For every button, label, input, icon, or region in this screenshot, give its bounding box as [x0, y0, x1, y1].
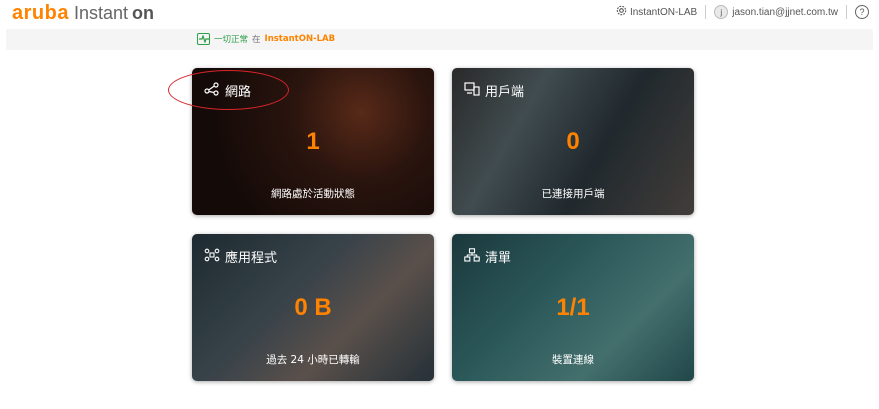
- tile-header: 應用程式: [204, 247, 277, 266]
- tile-clients[interactable]: 用戶端 0 已連接用戶端: [452, 68, 694, 215]
- help-icon[interactable]: ?: [855, 5, 869, 19]
- tile-label: 過去 24 小時已轉輸: [266, 354, 360, 366]
- pulse-icon: [197, 33, 210, 45]
- brand-primary: aruba: [12, 2, 69, 24]
- tile-value: 1: [306, 128, 320, 155]
- tile-inventory[interactable]: 清單 1/1 裝置連線: [452, 234, 694, 381]
- tile-value: 0: [566, 128, 580, 155]
- status-ok-text: 一切正常: [214, 35, 249, 45]
- tile-title: 用戶端: [485, 85, 525, 100]
- tile-title: 應用程式: [225, 251, 278, 266]
- tile-label: 裝置連線: [552, 354, 594, 366]
- status-summary[interactable]: 一切正常 在 InstantON-LAB: [197, 33, 335, 45]
- site-name: InstantON-LAB: [629, 6, 698, 18]
- tile-header: 清單: [464, 247, 511, 266]
- tile-label: 網路處於活動狀態: [271, 188, 355, 200]
- avatar: j: [714, 5, 729, 19]
- tile-label: 已連接用戶端: [541, 188, 605, 200]
- site-selector[interactable]: InstantON-LAB: [616, 5, 697, 19]
- tile-applications[interactable]: 應用程式 0 B 過去 24 小時已轉輸: [192, 234, 434, 381]
- user-menu[interactable]: j jason.tian@jjnet.com.tw: [714, 5, 838, 19]
- status-in-text: 在: [252, 35, 261, 45]
- top-bar: aruba Instant on InstantON-LAB j jason.t…: [0, 0, 879, 26]
- highlight-annotation: [168, 70, 289, 110]
- divider: [705, 5, 707, 19]
- gear-icon: [616, 5, 627, 19]
- apps-icon: [204, 248, 220, 266]
- tile-value: 0 B: [294, 294, 332, 321]
- user-email: jason.tian@jjnet.com.tw: [732, 6, 838, 18]
- status-site-text: InstantON-LAB: [264, 34, 336, 44]
- top-right-controls: InstantON-LAB j jason.tian@jjnet.com.tw …: [616, 5, 869, 19]
- tile-header: 用戶端: [464, 81, 524, 100]
- brand-on: on: [132, 3, 155, 23]
- devices-icon: [464, 81, 480, 100]
- brand-logo[interactable]: aruba Instant on: [12, 2, 154, 25]
- divider: [846, 5, 847, 19]
- tile-title: 清單: [485, 251, 512, 266]
- inventory-icon: [464, 247, 480, 266]
- brand-secondary: Instant: [73, 3, 129, 23]
- tile-value: 1/1: [556, 294, 590, 321]
- status-bar: 一切正常 在 InstantON-LAB: [6, 29, 873, 50]
